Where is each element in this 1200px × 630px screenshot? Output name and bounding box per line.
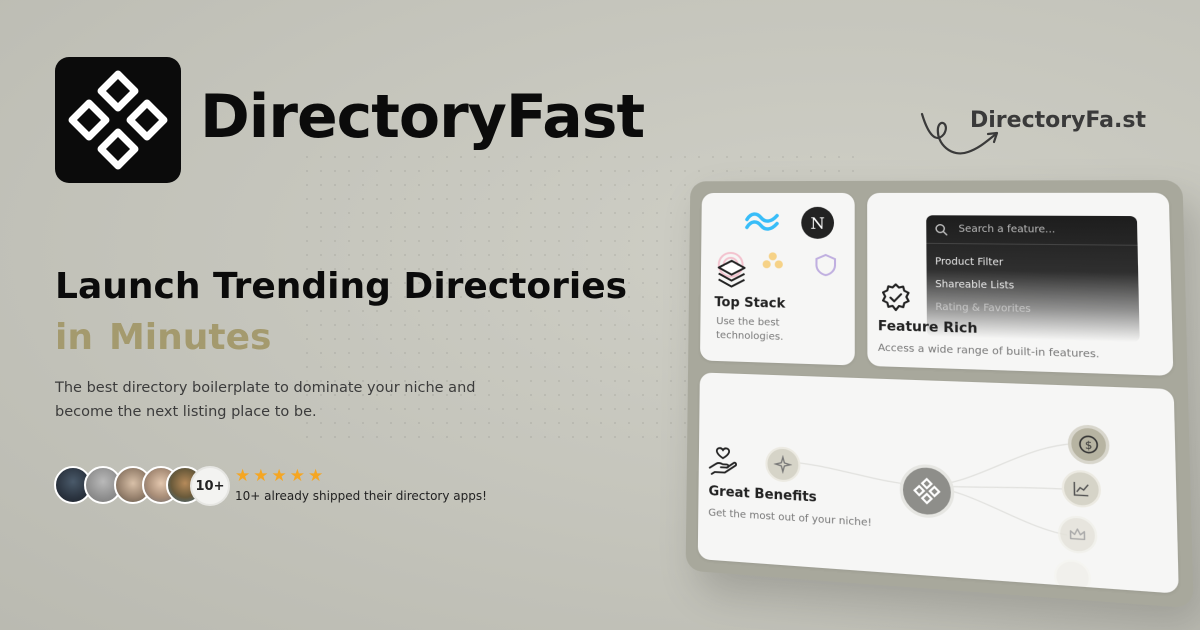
card-title: Top Stack <box>714 295 786 312</box>
star-icon: ★ <box>253 466 269 486</box>
avatar-stack: 10+ <box>54 466 234 506</box>
signature-logo: DirectoryFa.st <box>918 104 1158 164</box>
feature-mockup: N Top Stack Use the best technologies. S… <box>685 180 1194 609</box>
layers-icon <box>715 256 749 290</box>
shield-icon <box>813 253 838 278</box>
nextjs-icon: N <box>801 206 835 239</box>
feature-option[interactable]: Rating & Favorites <box>935 302 1031 316</box>
more-users-badge: 10+ <box>190 466 230 506</box>
signature-text: DirectoryFa.st <box>970 108 1146 133</box>
search-placeholder: Search a feature... <box>958 223 1056 236</box>
feature-search-input[interactable]: Search a feature... <box>926 215 1138 246</box>
search-icon <box>935 223 948 235</box>
social-proof-caption: 10+ already shipped their directory apps… <box>235 489 487 503</box>
badge-check-icon <box>880 282 912 313</box>
feature-option[interactable]: Shareable Lists <box>935 279 1014 292</box>
card-title: Feature Rich <box>877 318 978 337</box>
card-description: Access a wide range of built-in features… <box>877 342 1100 361</box>
flower-icon <box>762 252 783 269</box>
svg-text:$: $ <box>1085 440 1093 453</box>
star-icon: ★ <box>235 466 251 486</box>
headline: Launch Trending Directories <box>55 266 628 307</box>
rating-stars: ★ ★ ★ ★ ★ <box>235 467 323 485</box>
card-great-benefits: $ Great Benefits Get the most out of you… <box>697 372 1179 594</box>
star-icon: ★ <box>271 466 287 486</box>
headline-accent-minutes: Minutes <box>108 317 272 358</box>
tailwind-icon <box>745 211 779 233</box>
star-icon: ★ <box>308 466 324 486</box>
headline-accent-in: in <box>55 317 93 358</box>
card-feature-rich: Search a feature... Product Filter Share… <box>867 192 1174 376</box>
card-description: Use the best technologies. <box>716 316 784 343</box>
feature-option[interactable]: Product Filter <box>935 256 1003 268</box>
brand-name: DirectoryFast <box>200 82 645 152</box>
subtitle: The best directory boilerplate to domina… <box>55 380 476 420</box>
hand-heart-icon <box>707 445 739 477</box>
star-icon: ★ <box>289 466 305 486</box>
headline-accent: in Minutes <box>55 317 287 358</box>
card-top-stack: N Top Stack Use the best technologies. <box>699 192 855 366</box>
logo-icon <box>55 57 181 183</box>
